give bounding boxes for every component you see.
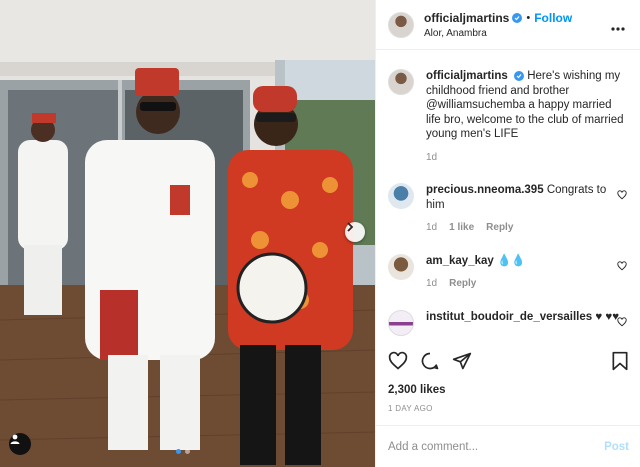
author-username[interactable]: officialjmartins <box>424 11 509 25</box>
comment-input[interactable] <box>388 440 605 453</box>
comment-item: am_kay_kay 💧💧 1d Reply <box>388 253 629 292</box>
caption-avatar[interactable] <box>388 69 414 95</box>
like-comment-button[interactable] <box>617 187 627 205</box>
carousel-dot-active <box>176 449 181 454</box>
comment-age: 1d <box>426 222 438 233</box>
like-comment-button[interactable] <box>617 314 627 332</box>
comment-item: institut_boudoir_de_versailles ♥ ♥♥ <box>388 309 629 336</box>
commenter-avatar[interactable] <box>388 253 414 280</box>
reply-button[interactable]: Reply <box>486 221 513 236</box>
author-avatar[interactable] <box>388 11 414 38</box>
add-comment-bar: Post <box>376 425 640 467</box>
post-comment-button[interactable]: Post <box>604 441 629 453</box>
carousel-indicator <box>176 449 190 454</box>
comment-username[interactable]: precious.nneoma.395 <box>426 184 544 196</box>
photo-illustration <box>0 0 375 467</box>
header-separator: • <box>526 11 531 24</box>
user-tags-button[interactable] <box>9 433 31 455</box>
bookmark-icon <box>612 351 628 371</box>
verified-badge-icon <box>514 71 525 81</box>
likes-count[interactable]: 2,300 likes <box>388 384 629 396</box>
post-header: officialjmartins • Follow Alor, Anambra <box>376 0 640 50</box>
comment-text: 💧💧 <box>497 254 526 267</box>
post-date: 1 DAY AGO <box>388 404 433 413</box>
next-photo-button[interactable] <box>345 222 365 242</box>
commenter-avatar[interactable] <box>388 183 414 209</box>
heart-icon <box>388 351 408 370</box>
comment-likes-count[interactable]: 1 like <box>449 221 474 236</box>
post-location[interactable]: Alor, Anambra <box>424 28 572 39</box>
heart-icon <box>617 316 627 326</box>
verified-badge-icon <box>512 12 523 23</box>
chevron-right-icon <box>347 222 354 232</box>
comment-text: ♥ ♥♥ <box>595 310 620 323</box>
heart-icon <box>617 190 627 200</box>
comment-username[interactable]: institut_boudoir_de_versailles <box>426 311 592 323</box>
like-comment-button[interactable] <box>617 258 627 276</box>
like-button[interactable] <box>388 351 408 371</box>
comment-item: precious.nneoma.395 Congrats to him 1d 1… <box>388 183 629 236</box>
instagram-post-window: officialjmartins • Follow Alor, Anambra <box>0 0 640 467</box>
post-photo[interactable] <box>0 0 375 467</box>
post-actions: 2,300 likes 1 DAY AGO <box>376 348 640 413</box>
share-button[interactable] <box>452 351 472 371</box>
comment-username[interactable]: am_kay_kay <box>426 255 494 267</box>
commenter-avatar[interactable] <box>388 309 414 336</box>
follow-button[interactable]: Follow <box>534 11 572 25</box>
user-tag-icon <box>10 434 20 444</box>
comment-age: 1d <box>426 278 438 289</box>
comment-button[interactable] <box>420 351 440 371</box>
share-icon <box>452 352 472 370</box>
carousel-dot <box>185 449 190 454</box>
more-options-icon <box>611 27 625 31</box>
caption-age: 1d <box>426 151 438 163</box>
comment-icon <box>421 352 439 370</box>
reply-button[interactable]: Reply <box>449 277 476 292</box>
post-details-panel: officialjmartins • Follow Alor, Anambra <box>375 0 640 467</box>
caption: officialjmartins Here's wishing my child… <box>388 69 629 165</box>
more-options-button[interactable] <box>611 18 625 36</box>
caption-username[interactable]: officialjmartins <box>426 70 508 82</box>
save-button[interactable] <box>611 351 629 371</box>
heart-icon <box>617 260 627 270</box>
comments-section: officialjmartins Here's wishing my child… <box>376 51 640 336</box>
